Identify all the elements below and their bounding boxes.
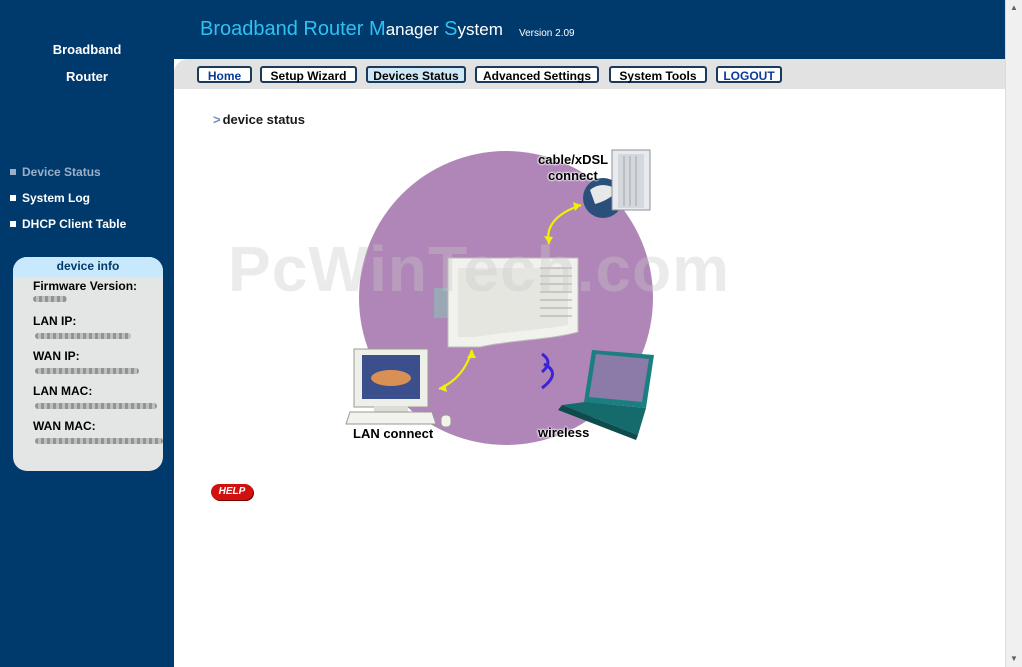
sidebar-item-device-status[interactable]: Device Status (10, 165, 101, 179)
nav-logout-button[interactable]: LOGOUT (716, 66, 782, 83)
title-roadband: roadband (213, 18, 298, 40)
sidebar-item-label: Device Status (22, 165, 101, 179)
title-m: M (363, 18, 386, 40)
lan-mac-value (35, 403, 157, 409)
chevron-right-icon: > (213, 112, 221, 127)
nav-advanced-settings-button[interactable]: Advanced Settings (475, 66, 599, 83)
title-ystem: ystem (457, 20, 503, 39)
help-button[interactable]: HELP (211, 484, 253, 500)
title-r: R (297, 18, 318, 40)
wan-ip-label: WAN IP: (33, 349, 80, 363)
sidebar-item-dhcp-client-table[interactable]: DHCP Client Table (10, 217, 126, 231)
title-s: S (438, 18, 458, 40)
bullet-icon (10, 194, 16, 201)
brand-line-2: Router (66, 69, 108, 84)
sidebar-item-label: System Log (22, 191, 91, 205)
brand: Broadband Router (0, 36, 174, 90)
section-title-text: device status (222, 112, 305, 127)
device-info-title: device info (13, 257, 163, 277)
cable-connect-label: connect (548, 168, 598, 183)
wan-mac-label: WAN MAC: (33, 419, 96, 433)
app-title: Broadband Router Manager System (200, 18, 503, 41)
wan-ip-value (35, 368, 139, 374)
device-info-panel: device info Firmware Version: LAN IP: WA… (13, 257, 163, 471)
wan-mac-value (35, 438, 163, 444)
version-label: Version 2.09 (519, 28, 575, 39)
vertical-scrollbar[interactable]: ▲ ▼ (1005, 0, 1022, 667)
lan-connect-label: LAN connect (353, 426, 434, 441)
title-outer: outer (317, 18, 364, 40)
title-b: B (200, 18, 214, 40)
watermark: PcWinTech.com (228, 233, 730, 305)
firmware-version-label: Firmware Version: (33, 279, 138, 293)
section-title: > device status (213, 112, 305, 127)
lan-ip-label: LAN IP: (33, 314, 77, 328)
brand-line-1: Broadband (52, 42, 122, 57)
nav-devices-status-button[interactable]: Devices Status (366, 66, 466, 83)
sidebar-item-system-log[interactable]: System Log (10, 191, 90, 205)
lan-mac-label: LAN MAC: (33, 384, 93, 398)
title-anager: anager (385, 20, 439, 39)
bullet-icon (10, 168, 16, 175)
scroll-down-icon[interactable]: ▼ (1006, 651, 1022, 667)
nav-setup-wizard-button[interactable]: Setup Wizard (260, 66, 357, 83)
sidebar-item-label: DHCP Client Table (22, 217, 127, 231)
bullet-icon (10, 220, 16, 227)
firmware-version-value (33, 296, 67, 302)
wireless-label: wireless (538, 425, 590, 440)
nav-home-button[interactable]: Home (197, 66, 252, 83)
lan-ip-value (35, 333, 131, 339)
nav-system-tools-button[interactable]: System Tools (609, 66, 707, 83)
scroll-up-icon[interactable]: ▲ (1006, 0, 1022, 16)
cable-xdsl-label: cable/xDSL (538, 152, 609, 167)
